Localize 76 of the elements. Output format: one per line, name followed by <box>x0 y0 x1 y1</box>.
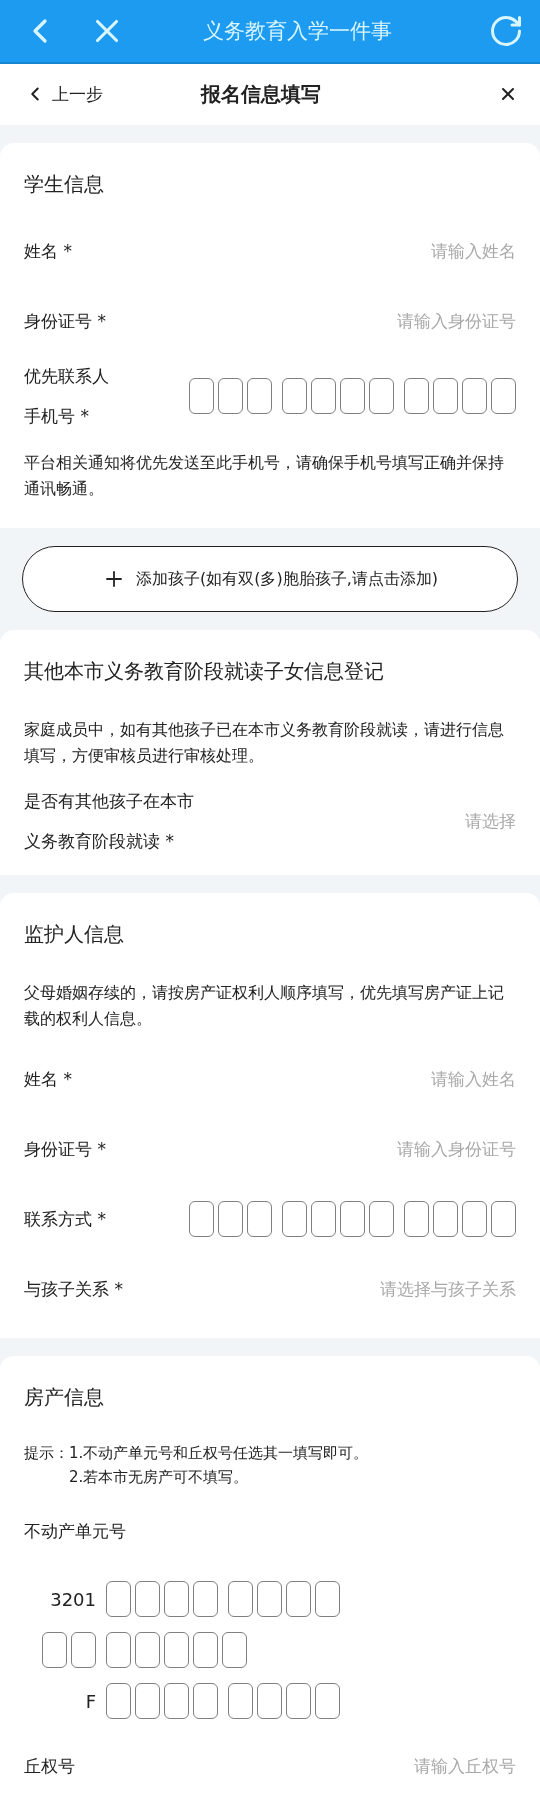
field-label: 优先联系人手机号 * <box>24 365 110 428</box>
digit-box[interactable] <box>462 378 487 414</box>
tip-label: 提示： <box>24 1443 69 1464</box>
digit-box[interactable] <box>106 1683 131 1719</box>
field-label: 与孩子关系 * <box>24 1278 124 1301</box>
digit-box[interactable] <box>404 1201 429 1237</box>
field-label: 身份证号 * <box>24 310 106 333</box>
input-field[interactable]: 请输入姓名 <box>316 1069 516 1089</box>
digit-box[interactable] <box>135 1632 160 1668</box>
field-label: 丘权号 <box>24 1755 75 1778</box>
digit-box[interactable] <box>433 378 458 414</box>
field-label: 姓名 * <box>24 240 72 263</box>
digit-box[interactable] <box>462 1201 487 1237</box>
section-title: 监护人信息 <box>24 921 125 948</box>
digit-box[interactable] <box>491 1201 516 1237</box>
field-label: 是否有其他孩子在本市义务教育阶段就读 * <box>24 790 195 853</box>
hint-text: 平台相关通知将优先发送至此手机号，请确保手机号填写正确并保持通讯畅通。 <box>24 452 505 500</box>
back-button[interactable]: 上一步 <box>24 82 144 106</box>
field-label: 身份证号 * <box>24 1138 106 1161</box>
digit-box[interactable] <box>228 1581 253 1617</box>
digit-box[interactable] <box>164 1683 189 1719</box>
section-title: 其他本市义务教育阶段就读子女信息登记 <box>24 658 385 685</box>
section-title: 学生信息 <box>24 171 105 198</box>
digit-box[interactable] <box>257 1683 282 1719</box>
input-field[interactable]: 请输入身份证号 <box>316 311 516 331</box>
digit-box[interactable] <box>106 1581 131 1617</box>
digit-box[interactable] <box>222 1632 247 1668</box>
input-field[interactable]: 请输入身份证号 <box>316 1139 516 1159</box>
digit-box[interactable] <box>286 1683 311 1719</box>
page-title: 报名信息填写 <box>199 80 322 108</box>
digit-box[interactable] <box>286 1581 311 1617</box>
tip-text: 2.若本市无房产可不填写。 <box>69 1467 250 1488</box>
input-field[interactable]: 请输入丘权号 <box>316 1756 516 1776</box>
digit-box[interactable] <box>282 378 307 414</box>
hint-text: 父母婚姻存续的，请按房产证权利人顺序填写，优先填写房产证上记载的权利人信息。 <box>24 982 505 1030</box>
digit-box[interactable] <box>369 1201 394 1237</box>
digit-box[interactable] <box>135 1581 160 1617</box>
digit-box[interactable] <box>257 1581 282 1617</box>
digit-box[interactable] <box>369 378 394 414</box>
digit-box[interactable] <box>193 1632 218 1668</box>
digit-box[interactable] <box>315 1683 340 1719</box>
code-prefix: 3201 <box>50 1588 96 1610</box>
code-prefix: F <box>85 1690 96 1712</box>
digit-box[interactable] <box>189 378 214 414</box>
digit-box[interactable] <box>491 378 516 414</box>
digit-box[interactable] <box>218 378 243 414</box>
digit-box[interactable] <box>228 1683 253 1719</box>
digit-box[interactable] <box>106 1632 131 1668</box>
digit-box[interactable] <box>311 1201 336 1237</box>
digit-box[interactable] <box>135 1683 160 1719</box>
digit-box[interactable] <box>311 378 336 414</box>
digit-box[interactable] <box>193 1581 218 1617</box>
digit-box[interactable] <box>282 1201 307 1237</box>
field-label: 不动产单元号 <box>24 1520 127 1543</box>
digit-box[interactable] <box>433 1201 458 1237</box>
add-child-button[interactable]: 添加孩子(如有双(多)胞胎孩子,请点击添加) <box>22 546 518 612</box>
digit-box[interactable] <box>340 1201 365 1237</box>
digit-box[interactable] <box>71 1632 96 1668</box>
section-title: 房产信息 <box>24 1384 105 1411</box>
digit-box[interactable] <box>315 1581 340 1617</box>
digit-box[interactable] <box>42 1632 67 1668</box>
digit-box[interactable] <box>404 378 429 414</box>
field-label: 姓名 * <box>24 1068 72 1091</box>
digit-box[interactable] <box>247 1201 272 1237</box>
field-label: 联系方式 * <box>24 1208 107 1231</box>
digit-box[interactable] <box>164 1632 189 1668</box>
digit-box[interactable] <box>193 1683 218 1719</box>
app-title: 义务教育入学一件事 <box>201 17 393 45</box>
tip-text: 1.不动产单元号和丘权号任选其一填写即可。 <box>69 1443 369 1464</box>
input-field[interactable]: 请输入姓名 <box>316 241 516 261</box>
digit-box[interactable] <box>164 1581 189 1617</box>
digit-box[interactable] <box>247 378 272 414</box>
digit-box[interactable] <box>340 378 365 414</box>
hint-text: 家庭成员中，如有其他孩子已在本市义务教育阶段就读，请进行信息填写，方便审核员进行审核处理。 <box>24 719 505 767</box>
digit-box[interactable] <box>218 1201 243 1237</box>
digit-box[interactable] <box>189 1201 214 1237</box>
